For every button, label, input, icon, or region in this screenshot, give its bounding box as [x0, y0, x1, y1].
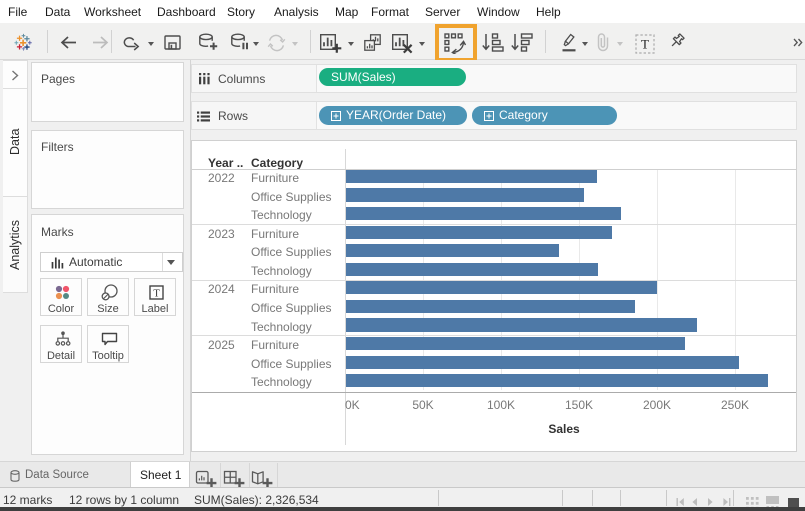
svg-text:T: T — [641, 37, 649, 52]
svg-text:T: T — [153, 288, 160, 299]
